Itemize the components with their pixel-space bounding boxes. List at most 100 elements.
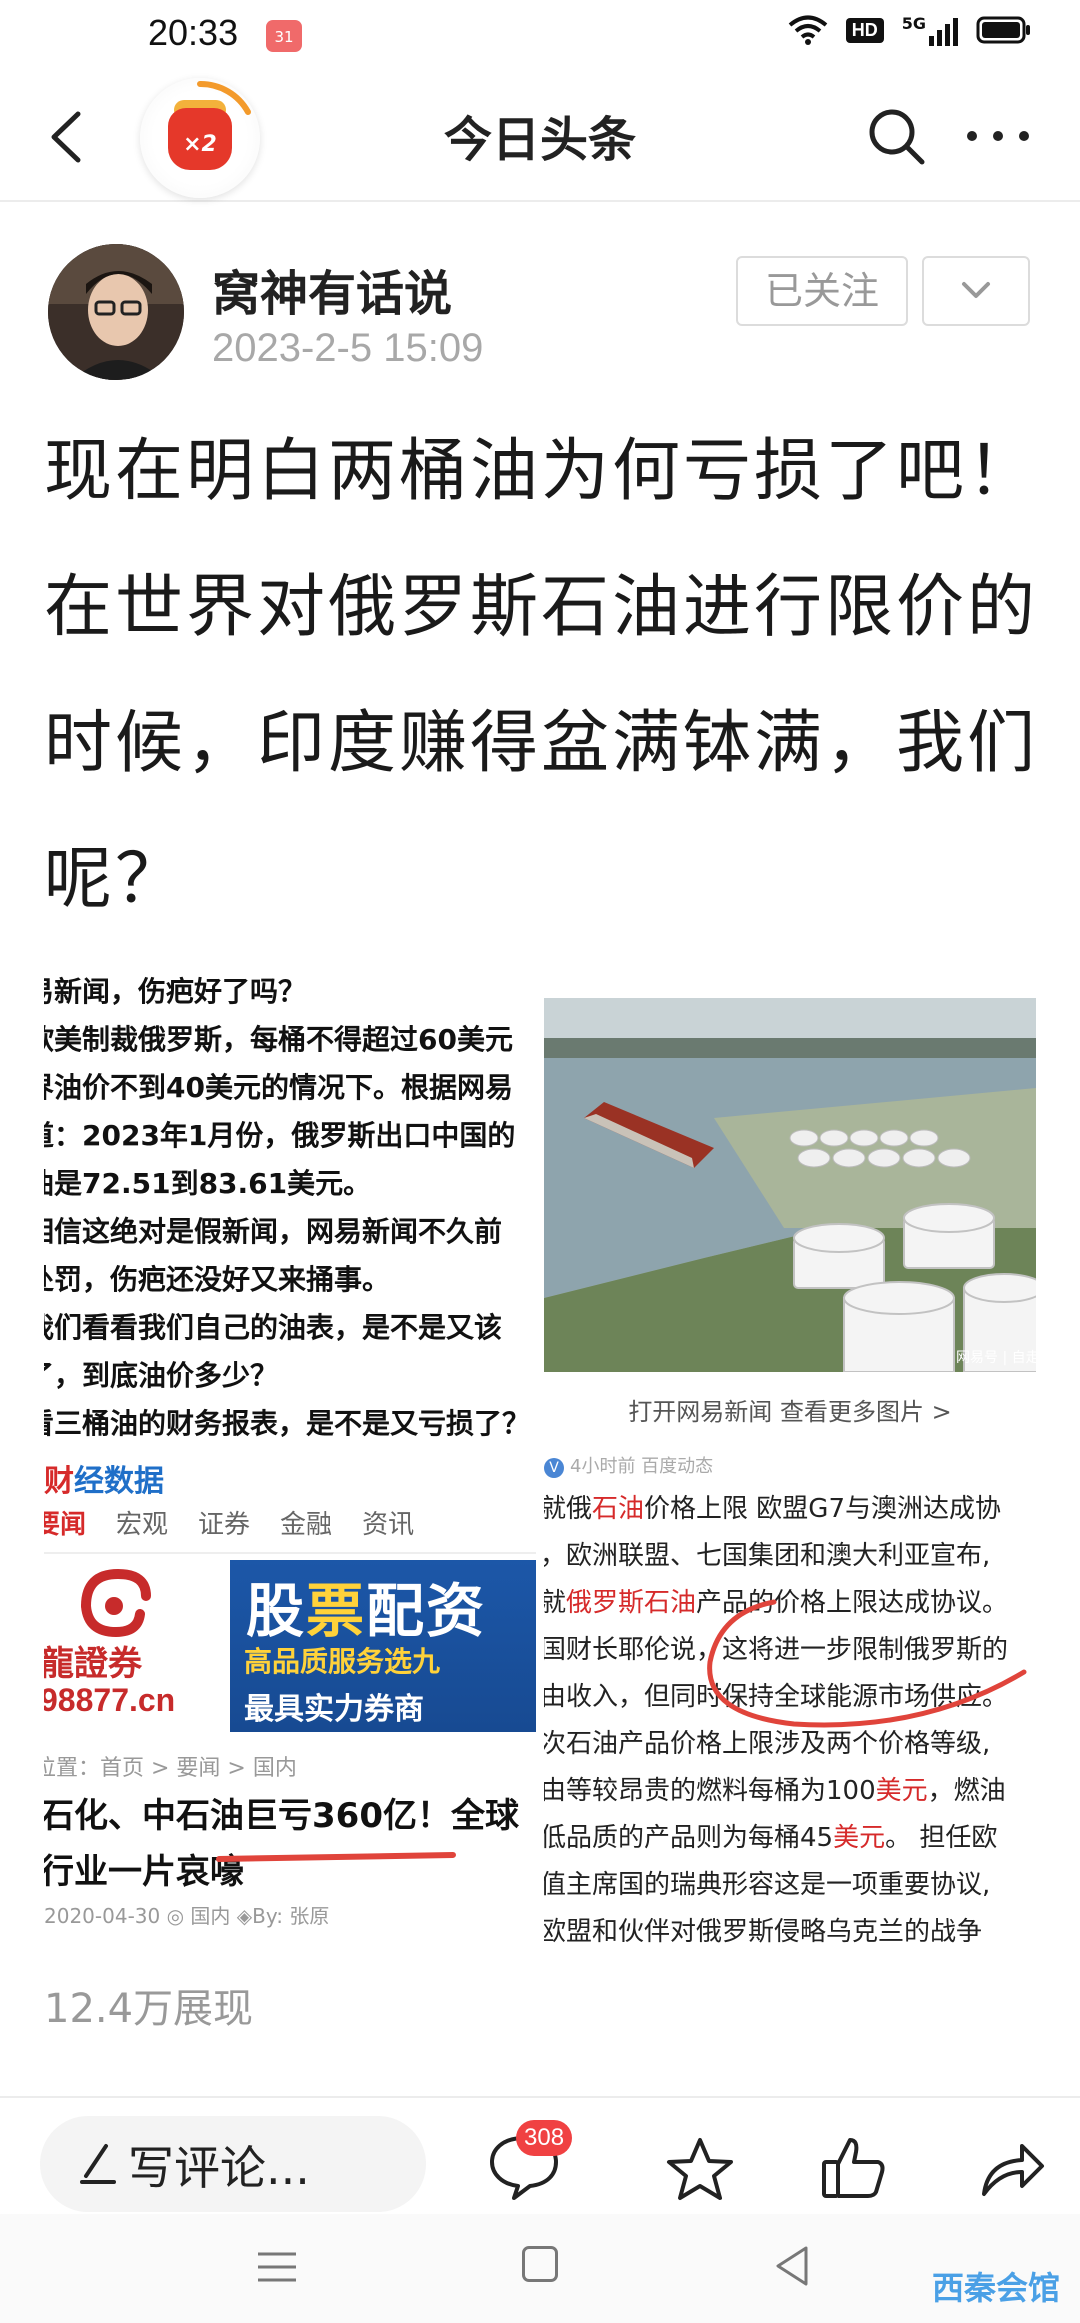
doc-text: 就俄 [544, 1494, 593, 1524]
doc-text: ，燃油 [927, 1776, 1006, 1806]
verified-icon: V [544, 1458, 564, 1478]
doc-line: 国财长耶伦说，这将进一步限制俄罗斯的 [544, 1627, 1008, 1674]
hd-voice-icon: HD [845, 17, 884, 43]
doc-text: 。 担任欧 [885, 1823, 998, 1853]
author-avatar[interactable] [48, 244, 184, 380]
ad-slogan-area: 股票配资 高品质服务选九 最具实力券商 [230, 1560, 536, 1732]
wifi-icon [788, 15, 828, 45]
calendar-notification-icon: 31 [266, 20, 302, 52]
chevron-down-icon [962, 282, 990, 298]
bottom-action-bar: 写评论... 308 [0, 2096, 1080, 2214]
tab-finance: 金融 [280, 1510, 333, 1540]
oil-port-illustration: 网易号 | 自走教 [544, 998, 1036, 1372]
network-type-label: 5G [901, 14, 926, 33]
doc-line: 就俄罗斯石油产品的价格上限达成协议。 [544, 1580, 1008, 1627]
finance-news-screenshot: 财经数据 要闻 宏观 证券 金融 资讯 龍證券 98877.cn 股票配资 高品… [44, 1448, 536, 1958]
post-timestamp: 2023-2-5 15:09 [212, 326, 484, 370]
nav-back-icon[interactable] [772, 2244, 812, 2288]
doc-line: 由收入，但同时保持全球能源市场供应。 [544, 1674, 1008, 1721]
finance-meta: 2020-04-30 ◎ 国内 ◈By: 张原 [44, 1904, 330, 1928]
doc-source-text: 4小时前 百度动态 [570, 1456, 714, 1477]
ad-subtitle-2: 最具实力券商 [244, 1692, 424, 1727]
news-line: 欧美制裁俄罗斯，每桶不得超过60美元 [44, 1023, 513, 1056]
news-line: 油是72.51到83.61美元。 [44, 1167, 372, 1200]
news-line: 我们看看我们自己的油表，是不是又该 [44, 1311, 503, 1344]
expand-recommend-button[interactable] [922, 256, 1030, 326]
finance-brand-red: 财 [44, 1464, 74, 1499]
article-image-collage[interactable]: 易新闻，伤疤好了吗？ 欧美制裁俄罗斯，每桶不得超过60美元 界油价不到40美元的… [44, 968, 1036, 1958]
star-favorite-icon[interactable] [664, 2134, 736, 2204]
doc-text: 次石油产品价格上限涉及两个价格等级, [544, 1729, 991, 1759]
doc-line: 次石油产品价格上限涉及两个价格等级, [544, 1721, 1008, 1768]
pen-icon [80, 2144, 116, 2184]
doc-text: 价格上限 欧盟G7与澳洲达成协 [644, 1494, 1001, 1524]
doc-source: V 4小时前 百度动态 [544, 1452, 713, 1478]
doc-line: 持续回应的一部分”。七国集团（G7）和 [544, 1956, 1008, 1958]
oil-port-photo[interactable]: 网易号 | 自走教 [544, 998, 1036, 1372]
news-line: 看三桶油的财务报表，是不是又亏损了？ [44, 1407, 531, 1440]
price-cap-news-screenshot: V 4小时前 百度动态 就俄石油价格上限 欧盟G7与澳洲达成协 ，欧洲联盟、七国集团… [544, 1452, 1036, 1958]
doc-line: 就俄石油价格上限 欧盟G7与澳洲达成协 [544, 1486, 1008, 1533]
thumbs-up-icon[interactable] [818, 2132, 890, 2204]
ad-logo-url: 98877.cn [44, 1682, 176, 1718]
finance-brand-rest: 经数据 [74, 1464, 164, 1499]
doc-highlight: 俄罗斯石油 [566, 1588, 697, 1618]
finance-tabs: 要闻 宏观 证券 金融 资讯 [44, 1504, 414, 1541]
doc-text: 就 [544, 1588, 567, 1618]
doc-text: 值主席国的瑞典形容这是一项重要协议, [544, 1870, 991, 1900]
open-app-more-images-link[interactable]: 打开网易新闻 查看更多图片 > [544, 1372, 1036, 1452]
doc-line: 低品质的产品则为每桶45美元。 担任欧 [544, 1815, 1008, 1862]
avatar-image [48, 244, 184, 380]
news-line: 处罚，伤疤还没好又来捅事。 [44, 1263, 391, 1296]
top-header: ×2 今日头条 [0, 72, 1080, 202]
comment-input[interactable]: 写评论... [40, 2116, 426, 2212]
ad-big-char: 配资 [366, 1577, 487, 1645]
doc-text: 欧盟和伙伴对俄罗斯侵略乌克兰的战争 [544, 1917, 983, 1947]
doc-highlight: 石油 [592, 1494, 645, 1524]
doc-text: 由等较昂贵的燃料每桶为100 [544, 1776, 876, 1806]
view-count: 12.4万展现 [44, 1986, 254, 2032]
doc-text: 国财长耶伦说，这将进一步限制俄罗斯的 [544, 1635, 1009, 1665]
more-options-icon[interactable] [958, 100, 1038, 172]
doc-line: ，欧洲联盟、七国集团和澳大利亚宣布, [544, 1533, 1008, 1580]
doc-line: 欧盟和伙伴对俄罗斯侵略乌克兰的战争 [544, 1909, 1008, 1956]
home-icon[interactable] [522, 2246, 558, 2282]
ad-logo-text: 龍證券 [44, 1644, 142, 1684]
cellular-signal-icon: 5G [902, 14, 958, 46]
ad-big-char: 股 [246, 1577, 307, 1645]
ad-big-char-highlight: 票 [306, 1577, 367, 1645]
finance-headline: 石化、中石油巨亏360亿！全球行业一片哀嚎 [44, 1796, 519, 1892]
watermark-logo: 西秦会馆 [931, 2269, 1060, 2307]
article-title: 现在明白两桶油为何亏损了吧！在世界对俄罗斯石油进行限价的时候，印度赚得盆满钵满，… [44, 432, 1039, 919]
search-icon[interactable] [860, 100, 932, 172]
status-bar: 20:33 31 HD 5G [0, 0, 1080, 72]
ad-subtitle-1: 高品质服务选九 [244, 1645, 441, 1678]
news-line: 相信这绝对是假新闻，网易新闻不久前 [44, 1215, 503, 1248]
author-name[interactable]: 窝神有话说 [212, 254, 452, 324]
tab-headlines: 要闻 [44, 1510, 87, 1540]
status-icons: HD 5G [788, 14, 1032, 46]
recent-apps-icon[interactable] [256, 2250, 298, 2284]
system-navigation-bar: 西秦会馆 [0, 2214, 1080, 2323]
status-time: 20:33 [148, 12, 239, 53]
finance-brand: 财经数据 [44, 1456, 164, 1500]
ad-big-text: 股票配资 [246, 1564, 486, 1648]
stock-ad-banner: 龍證券 98877.cn 股票配资 高品质服务选九 最具实力券商 [44, 1560, 536, 1732]
following-button[interactable]: 已关注 [736, 256, 908, 326]
news-line: 了，到底油价多少？ [44, 1359, 279, 1392]
news-line: 界油价不到40美元的情况下。根据网易 [44, 1071, 513, 1104]
photo-watermark: 网易号 | 自走教 [956, 1350, 1036, 1366]
comment-placeholder: 写评论... [128, 2141, 310, 2195]
news-screenshot-text: 易新闻，伤疤好了吗？ 欧美制裁俄罗斯，每桶不得超过60美元 界油价不到40美元的… [44, 968, 540, 1448]
doc-highlight: 美元 [875, 1776, 928, 1806]
doc-text: 低品质的产品则为每桶45 [544, 1823, 834, 1853]
tab-macro: 宏观 [116, 1510, 169, 1540]
doc-text: ，欧洲联盟、七国集团和澳大利亚宣布, [544, 1541, 991, 1571]
doc-text: 由收入，但同时保持全球能源市场供应。 [544, 1682, 1009, 1712]
battery-icon [976, 16, 1030, 44]
tab-divider [44, 1552, 536, 1554]
share-icon[interactable] [976, 2134, 1048, 2204]
doc-lines: 就俄石油价格上限 欧盟G7与澳洲达成协 ，欧洲联盟、七国集团和澳大利亚宣布, 就俄罗… [544, 1486, 1008, 1958]
ad-logo-area: 龍證券 98877.cn [44, 1560, 230, 1732]
news-line: 道：2023年1月份，俄罗斯出口中国的 [44, 1119, 516, 1152]
